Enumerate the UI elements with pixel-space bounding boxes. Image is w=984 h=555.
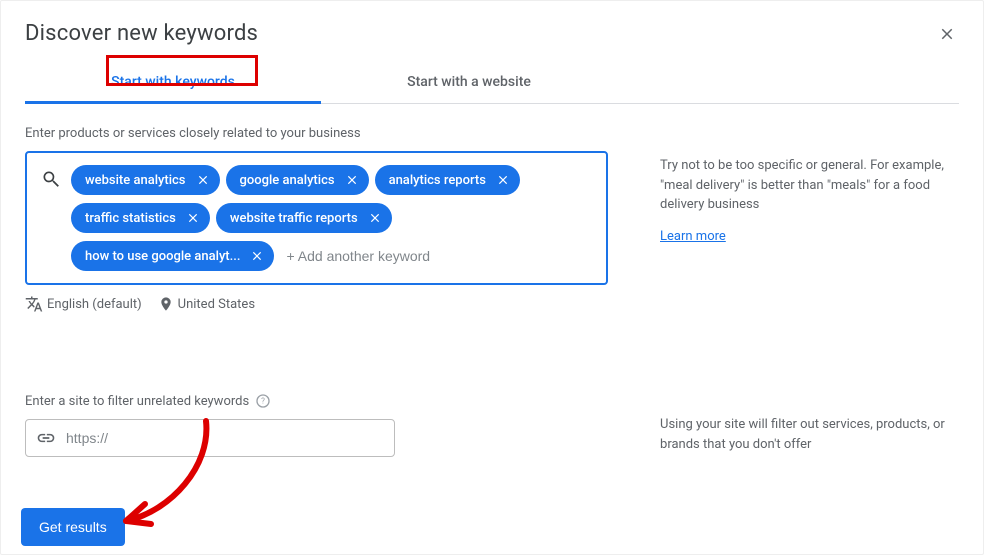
close-icon <box>368 211 382 225</box>
close-icon <box>345 173 359 187</box>
search-icon <box>39 161 71 189</box>
close-icon <box>938 25 956 43</box>
link-icon <box>36 428 56 448</box>
help-icon[interactable]: ? <box>255 393 271 409</box>
chip-label: traffic statistics <box>85 211 176 226</box>
language-filter[interactable]: English (default) <box>47 297 142 312</box>
site-filter-label: Enter a site to filter unrelated keyword… <box>25 394 249 409</box>
location-icon <box>158 296 174 312</box>
chip-label: website traffic reports <box>230 211 358 226</box>
location-filter[interactable]: United States <box>178 297 255 312</box>
remove-chip-button[interactable] <box>366 209 384 227</box>
keyword-chip[interactable]: analytics reports <box>375 165 520 195</box>
keyword-chip[interactable]: how to use google analyt... <box>71 241 274 271</box>
remove-chip-button[interactable] <box>494 171 512 189</box>
keyword-chip[interactable]: website analytics <box>71 165 220 195</box>
remove-chip-button[interactable] <box>343 171 361 189</box>
tab-start-with-keywords[interactable]: Start with keywords <box>25 62 321 103</box>
chip-label: analytics reports <box>389 173 486 188</box>
svg-text:?: ? <box>261 397 265 406</box>
chip-label: website analytics <box>85 173 186 188</box>
close-icon <box>496 173 510 187</box>
tab-start-with-website[interactable]: Start with a website <box>321 62 617 103</box>
remove-chip-button[interactable] <box>248 247 266 265</box>
get-results-button[interactable]: Get results <box>21 508 125 546</box>
add-keyword-input[interactable] <box>280 242 473 270</box>
chip-label: how to use google analyt... <box>85 249 240 264</box>
keyword-tip: Try not to be too specific or general. F… <box>660 126 959 215</box>
page-title: Discover new keywords <box>25 21 258 46</box>
close-icon <box>186 211 200 225</box>
close-icon <box>196 173 210 187</box>
close-icon <box>250 249 264 263</box>
tabs: Start with keywords Start with a website <box>25 62 959 104</box>
site-url-input[interactable] <box>66 430 384 446</box>
site-input-box[interactable] <box>25 419 395 457</box>
learn-more-link[interactable]: Learn more <box>660 229 726 244</box>
remove-chip-button[interactable] <box>184 209 202 227</box>
keyword-chip[interactable]: traffic statistics <box>71 203 210 233</box>
site-tip: Using your site will filter out services… <box>660 393 959 454</box>
chip-label: google analytics <box>240 173 335 188</box>
close-button[interactable] <box>935 22 959 46</box>
remove-chip-button[interactable] <box>194 171 212 189</box>
translate-icon <box>25 295 43 313</box>
keywords-label: Enter products or services closely relat… <box>25 126 608 141</box>
keyword-input-box[interactable]: website analytics google analytics analy… <box>25 151 608 285</box>
keyword-chip[interactable]: google analytics <box>226 165 369 195</box>
keyword-chip[interactable]: website traffic reports <box>216 203 392 233</box>
